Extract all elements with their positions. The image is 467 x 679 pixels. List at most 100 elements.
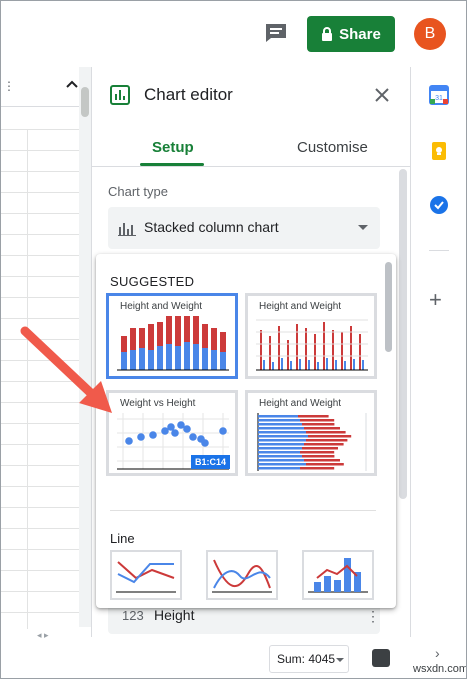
series-icon: 123 (122, 608, 144, 623)
preview-bar (314, 334, 316, 370)
menu-scroll-thumb[interactable] (385, 262, 392, 352)
preview-point (183, 425, 191, 433)
more-options-icon[interactable]: ⋮ (366, 608, 380, 625)
sum-dropdown[interactable]: Sum: 4045 (269, 645, 349, 673)
preview-bar (157, 346, 163, 370)
chevron-right-icon[interactable]: › (435, 645, 440, 661)
suggested-chart-scatter[interactable]: Weight vs Height B1:C14 (106, 390, 238, 476)
line-preview (116, 561, 176, 593)
preview-bar (304, 427, 340, 430)
preview-bar (317, 362, 319, 370)
share-button[interactable]: Share (307, 16, 395, 52)
preview-bar (362, 360, 364, 370)
cell-grid[interactable] (1, 129, 91, 629)
stacked-columns (117, 316, 229, 371)
preview-bar (139, 348, 145, 370)
avatar[interactable]: B (414, 18, 446, 50)
sheet-scroll-thumb[interactable] (81, 87, 89, 117)
preview-bar (290, 361, 292, 370)
dropdown-caret-icon (358, 225, 368, 230)
chart-type-label: Chart type (108, 184, 168, 199)
tasks-icon[interactable] (429, 195, 449, 215)
scroll-arrows-icon[interactable]: ◂ ▸ (37, 630, 49, 641)
sheet-toolbar: ⋮ (1, 67, 91, 107)
preview-point (125, 437, 133, 445)
preview-bar (300, 451, 335, 454)
preview-bar (258, 451, 300, 454)
preview-bar (121, 336, 127, 352)
tabs-divider (92, 166, 410, 167)
chart-option-smooth-line[interactable] (206, 550, 278, 600)
preview-bar (278, 326, 280, 370)
add-icon[interactable]: + (429, 287, 442, 313)
preview-bar (263, 360, 265, 370)
preview-point (201, 439, 209, 447)
sheet-scrollbar[interactable] (79, 67, 91, 627)
preview-bar (306, 463, 344, 466)
keep-icon[interactable] (429, 141, 449, 161)
preview-bar (300, 467, 335, 470)
preview-bar (258, 447, 302, 450)
preview-bar (139, 328, 145, 348)
chart-option-combo[interactable] (302, 550, 374, 600)
preview-bar (175, 346, 181, 370)
preview-bar (130, 350, 136, 370)
preview-bar (258, 427, 304, 430)
preview-bar (211, 328, 217, 350)
tab-customise[interactable]: Customise (297, 139, 368, 156)
chart-type-value: Stacked column chart (144, 219, 279, 235)
suggested-heading: SUGGESTED (110, 274, 195, 289)
preview-bar (202, 348, 208, 370)
series-label: Height (154, 607, 195, 623)
caret-down-icon (336, 658, 344, 662)
preview-bar (359, 334, 361, 370)
preview-point (171, 429, 179, 437)
comment-icon[interactable] (265, 23, 287, 43)
preview-bar (211, 350, 217, 370)
column-bars (256, 319, 368, 371)
preview-bar (302, 455, 335, 458)
explore-icon[interactable] (372, 649, 390, 667)
line-heading: Line (110, 531, 135, 546)
svg-text:31: 31 (435, 95, 443, 102)
preview-bar (335, 360, 337, 370)
preview-bar (306, 439, 348, 442)
smooth-line-preview (212, 559, 272, 593)
preview-point (189, 433, 197, 441)
preview-bar (304, 459, 340, 462)
preview-bar (272, 362, 274, 370)
preview-bar (302, 447, 338, 450)
column-chart-icon (118, 223, 136, 236)
tab-setup[interactable]: Setup (152, 139, 194, 156)
share-label: Share (339, 25, 381, 43)
preview-bar (258, 455, 302, 458)
preview-bar (298, 415, 329, 418)
calendar-icon[interactable]: 31 (429, 85, 449, 105)
preview-bar (258, 431, 306, 434)
preview-bar (344, 361, 346, 370)
suggested-chart-stacked-bar[interactable]: Height and Weight (245, 390, 377, 476)
preview-bar (166, 316, 172, 344)
suggested-chart-stacked-column[interactable]: Height and Weight (106, 293, 238, 379)
stacked-column-preview (117, 316, 229, 371)
column-preview (256, 319, 368, 371)
more-dots-icon[interactable]: ⋮ (3, 79, 15, 93)
preview-bar (296, 324, 298, 370)
chart-type-dropdown[interactable]: Stacked column chart (108, 207, 380, 249)
preview-bar (130, 328, 136, 350)
editor-scroll-thumb[interactable] (399, 169, 407, 499)
preview-bar (281, 358, 283, 370)
preview-bar (175, 316, 181, 346)
close-icon[interactable] (374, 87, 390, 103)
preview-bar (157, 322, 163, 346)
suggested-chart-column[interactable]: Height and Weight (245, 293, 377, 379)
preview-bar (304, 443, 344, 446)
preview-bar (148, 324, 154, 350)
sidebar-divider (429, 250, 449, 251)
chart-option-line[interactable] (110, 550, 182, 600)
combo-preview (308, 558, 368, 593)
spreadsheet-area: ⋮ (1, 67, 91, 647)
chevron-up-icon[interactable] (65, 79, 79, 89)
lock-icon (322, 27, 333, 41)
preview-bar (184, 316, 190, 342)
